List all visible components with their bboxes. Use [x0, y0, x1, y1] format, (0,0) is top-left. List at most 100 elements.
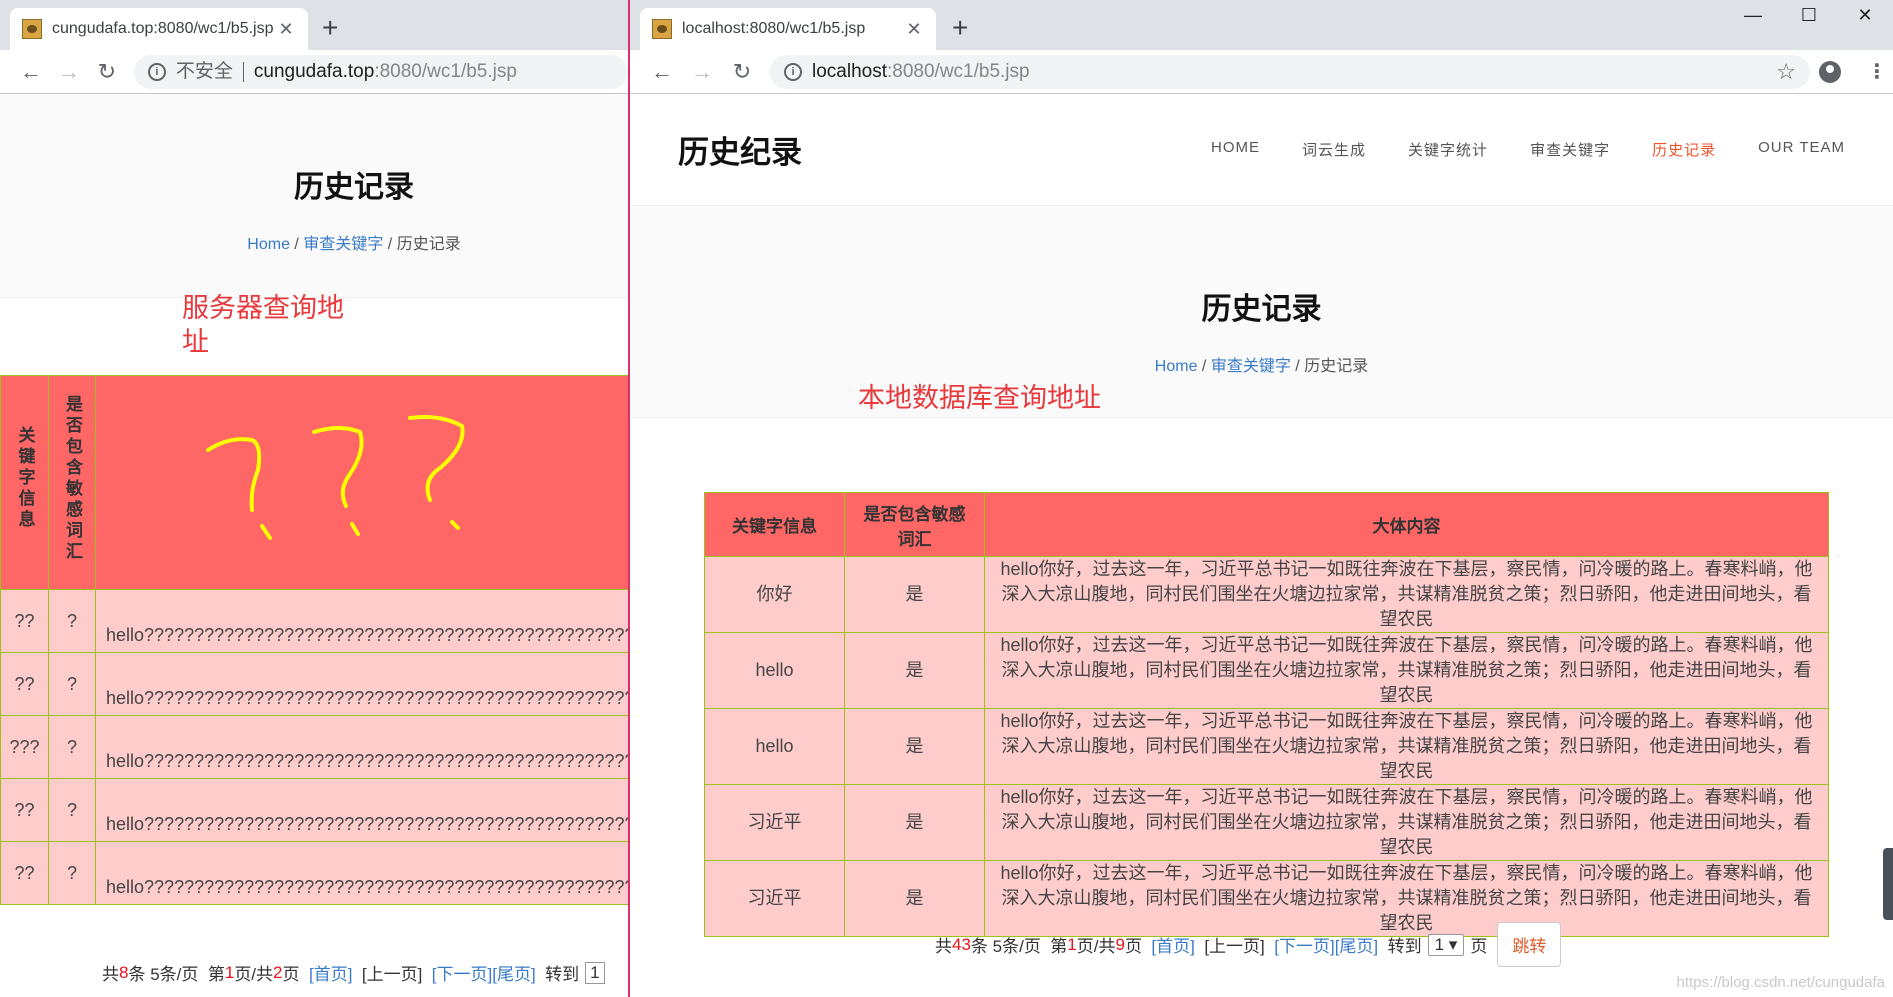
close-window-icon[interactable]: ✕ — [1837, 0, 1893, 30]
address-bar[interactable]: i 不安全 cungudafa.top:8080/wc1/b5.jsp — [133, 54, 628, 89]
tomcat-favicon-icon — [22, 19, 42, 39]
pagination: 共8条 5条/页 第 1 页/共 2页 [首页] [上一页] [下一页] [尾页] 转… — [102, 960, 605, 985]
cell-content: hello???????????????????????????????????… — [95, 841, 628, 905]
page-title: 历史记录 — [294, 171, 414, 204]
cell-sensitive: ? — [48, 715, 96, 779]
breadcrumb-home-link[interactable]: Home — [1155, 358, 1198, 375]
close-tab-icon[interactable]: ✕ — [276, 19, 296, 40]
info-icon[interactable]: i — [784, 62, 802, 81]
table-row: 习近平是 hello你好，过去这一年，习近平总书记一如既往奔波在下基层，察民情，问… — [704, 784, 1829, 861]
cell-keyword: 你好 — [704, 556, 845, 633]
bookmark-star-icon[interactable]: ☆ — [1776, 59, 1796, 85]
nav-wordcloud[interactable]: 词云生成 — [1302, 139, 1366, 160]
new-tab-icon[interactable]: + — [952, 10, 968, 46]
question-mark-scribble — [206, 415, 465, 540]
minimize-icon[interactable]: — — [1725, 0, 1781, 30]
prev-page-link[interactable]: [上一页] — [362, 960, 422, 985]
next-page-link[interactable]: [下一页] — [432, 960, 492, 985]
col-header-sensitive: 是否包含敏感词汇 — [48, 375, 96, 590]
toolbar-right: ⋮ — [1819, 59, 1893, 84]
site-brand[interactable]: 历史纪录 — [678, 127, 802, 172]
scribble-mark — [408, 415, 465, 502]
cell-content: hello你好，过去这一年，习近平总书记一如既往奔波在下基层，察民情，问冷暖的路… — [984, 784, 1829, 861]
prev-page-link[interactable]: [上一页] — [1204, 932, 1264, 957]
nav-history[interactable]: 历史记录 — [1652, 139, 1716, 160]
forward-icon[interactable]: → — [682, 59, 722, 85]
breadcrumb-home-link[interactable]: Home — [247, 236, 290, 253]
table-row: 你好是 hello你好，过去这一年，习近平总书记一如既往奔波在下基层，察民情，问冷… — [704, 556, 1829, 633]
jump-button[interactable]: 跳转 — [1497, 922, 1562, 967]
back-icon[interactable]: ← — [12, 59, 50, 85]
page-select[interactable]: 1 ▾ — [1427, 933, 1465, 956]
col-header-content: 大体内容 — [984, 492, 1829, 557]
pager-text: 第 — [207, 965, 225, 984]
scroll-handle[interactable] — [1883, 848, 1893, 920]
back-icon[interactable]: ← — [642, 59, 682, 85]
first-page-link[interactable]: [首页] — [309, 960, 352, 985]
url-path: :8080/wc1/b5.jsp — [374, 60, 517, 82]
history-table-local: 关键字信息 是否包含敏感词汇 大体内容 你好是 hello你好，过去这一年，习近平… — [704, 492, 1829, 937]
browser-window-local: localhost:8080/wc1/b5.jsp ✕ + — ☐ ✕ ← → … — [628, 0, 1893, 997]
nav-our-team[interactable]: OUR TEAM — [1758, 139, 1845, 160]
browser-tab[interactable]: cungudafa.top:8080/wc1/b5.jsp ✕ — [10, 8, 308, 50]
forward-icon[interactable]: → — [50, 59, 88, 85]
tab-title: localhost:8080/wc1/b5.jsp — [682, 20, 866, 37]
pagination: 共 43 条 5条/页 第 1 页/共 9页 [首页] [上一页] [下一页] [尾页] … — [935, 922, 1562, 967]
info-icon[interactable]: i — [147, 62, 166, 81]
browser-toolbar: ← → ↻ i 不安全 cungudafa.top:8080/wc1/b5.js… — [0, 50, 628, 94]
goto-label: 转到 — [545, 965, 580, 984]
current-page: 1 — [1067, 934, 1077, 954]
reload-icon[interactable]: ↻ — [88, 59, 126, 85]
total-pages: 2 — [273, 962, 283, 982]
annotation-server-query: 服务器查询地址 — [182, 293, 344, 358]
total-pages: 9 — [1115, 934, 1125, 954]
reload-icon[interactable]: ↻ — [722, 59, 762, 85]
cell-sensitive: ? — [48, 841, 96, 905]
breadcrumb-sep: / — [383, 236, 397, 253]
pager-text: 页/共 — [234, 965, 274, 984]
cell-keyword: ??? — [0, 715, 49, 779]
page-select[interactable]: 1 — [585, 961, 605, 984]
table-row: ??? hello????????????????????????????????… — [0, 778, 628, 842]
cell-content: hello???????????????????????????????????… — [95, 589, 628, 653]
last-page-link[interactable]: [尾页] — [492, 960, 535, 985]
profile-avatar-icon[interactable] — [1819, 60, 1841, 83]
breadcrumb-parent-link[interactable]: 审查关键字 — [1211, 358, 1291, 375]
close-tab-icon[interactable]: ✕ — [904, 19, 924, 40]
menu-kebab-icon[interactable]: ⋮ — [1867, 59, 1887, 84]
page-unit-label: 页 — [1470, 937, 1488, 956]
tab-strip: cungudafa.top:8080/wc1/b5.jsp ✕ + — [0, 0, 628, 50]
address-bar[interactable]: i localhost:8080/wc1/b5.jsp ☆ — [770, 54, 1810, 89]
watermark: https://blog.csdn.net/cungudafa — [1676, 974, 1885, 991]
nav-keyword-stats[interactable]: 关键字统计 — [1408, 139, 1488, 160]
cell-sensitive: 是 — [844, 784, 985, 861]
cell-sensitive: 是 — [844, 556, 985, 633]
url-host: localhost — [812, 60, 887, 82]
breadcrumb-parent-link[interactable]: 审查关键字 — [303, 236, 383, 253]
first-page-link[interactable]: [首页] — [1151, 932, 1194, 957]
breadcrumb-sep: / — [1290, 358, 1305, 375]
cell-keyword: hello — [704, 708, 845, 785]
page-hero: 历史记录 Home / 审查关键字 / 历史记录 本地数据库查询地址 — [630, 206, 1893, 418]
breadcrumb: Home / 审查关键字 / 历史记录 — [0, 230, 628, 254]
cell-keyword: ?? — [0, 778, 49, 842]
nav-home[interactable]: HOME — [1211, 139, 1260, 160]
last-page-link[interactable]: [尾页] — [1335, 932, 1378, 957]
cell-sensitive: ? — [48, 652, 96, 716]
nav-review-keywords[interactable]: 审查关键字 — [1530, 139, 1610, 160]
table-row: ???? hello???????????????????????????????… — [0, 715, 628, 779]
maximize-icon[interactable]: ☐ — [1781, 0, 1837, 30]
url-host: cungudafa.top — [253, 60, 375, 82]
new-tab-icon[interactable]: + — [322, 10, 338, 46]
browser-toolbar: ← → ↻ i localhost:8080/wc1/b5.jsp ☆ ⋮ — [630, 50, 1893, 94]
cell-content: hello你好，过去这一年，习近平总书记一如既往奔波在下基层，察民情，问冷暖的路… — [984, 632, 1829, 709]
next-page-link[interactable]: [下一页] — [1274, 932, 1334, 957]
cell-content: hello???????????????????????????????????… — [95, 778, 628, 842]
table-row: hello 是 hello你好，过去这一年，习近平总书记一如既往奔波在下基层，察民情… — [704, 632, 1829, 709]
browser-tab[interactable]: localhost:8080/wc1/b5.jsp ✕ — [640, 8, 936, 50]
cell-keyword: ?? — [0, 589, 49, 653]
col-header-sensitive: 是否包含敏感词汇 — [844, 492, 985, 557]
col-header-keyword: 关键字信息 — [704, 492, 845, 557]
per-page: 5条/页 — [150, 965, 199, 984]
tomcat-favicon-icon — [652, 19, 672, 39]
